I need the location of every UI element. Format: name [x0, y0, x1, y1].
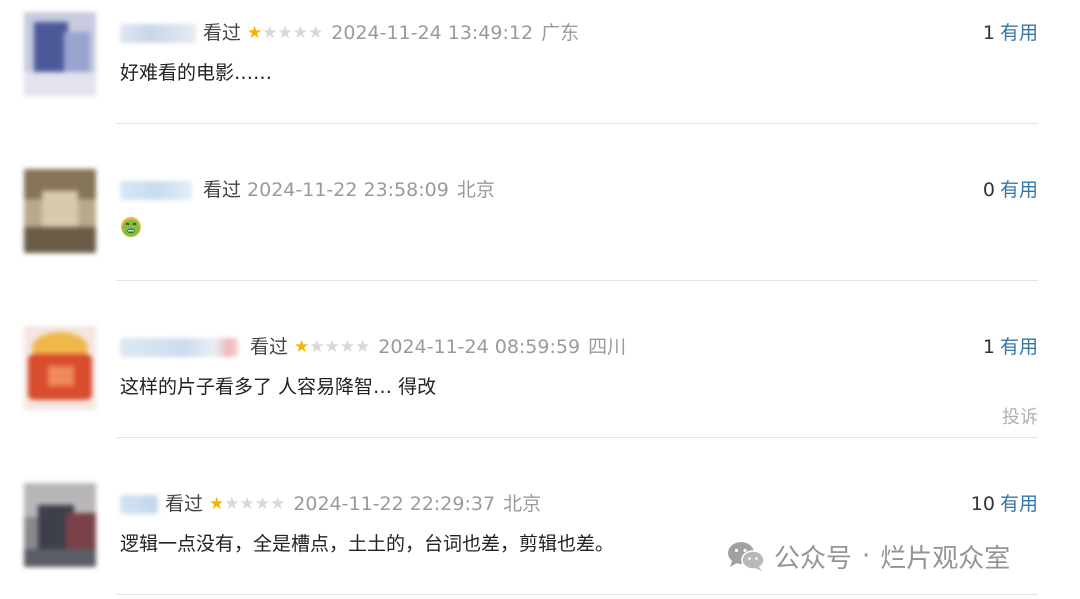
divider [116, 437, 1038, 438]
rating-stars: ★ ★ ★ ★ ★ [247, 20, 323, 46]
star-empty-icon: ★ [262, 23, 278, 43]
useful-vote: 10 有用 [971, 491, 1038, 517]
comment-meta: 看过 ★ ★ ★ ★ ★ 2024-11-22 22:29:37 北京 [165, 491, 541, 517]
comment-text: 逻辑一点没有，全是槽点，土土的，台词也差，剪辑也差。 [120, 533, 615, 555]
comment-text: 这样的片子看多了 人容易降智… 得改 [120, 376, 437, 398]
comment-item: 看过 2024-11-22 23:58:09 北京 0 有用 [0, 157, 1080, 314]
useful-count: 0 [982, 179, 995, 201]
divider [116, 594, 1038, 595]
comment-meta: 看过 2024-11-22 23:58:09 北京 [203, 177, 495, 203]
comment-item: 看过 ★ ★ ★ ★ ★ 2024-11-22 22:29:37 北京 10 有用 逻辑一… [0, 471, 1080, 599]
comment-location: 四川 [588, 336, 627, 358]
useful-button[interactable]: 有用 [1000, 336, 1038, 358]
avatar[interactable] [24, 169, 96, 253]
report-button[interactable]: 投诉 [1002, 403, 1038, 429]
comment-time: 2024-11-22 23:58:09 [247, 179, 449, 201]
comment-meta: 看过 ★ ★ ★ ★ ★ 2024-11-24 08:59:59 四川 [250, 334, 626, 360]
comment-text: 好难看的电影…… [120, 62, 273, 84]
watermark-label: 公众号 [774, 543, 853, 574]
star-empty-icon: ★ [355, 337, 371, 357]
watched-status: 看过 [203, 179, 242, 201]
watched-status: 看过 [165, 493, 204, 515]
comment-item: 看过 ★ ★ ★ ★ ★ 2024-11-24 13:49:12 广东 1 有用 好难看的… [0, 0, 1080, 157]
useful-count: 1 [982, 336, 995, 358]
star-empty-icon: ★ [254, 494, 271, 514]
comment-location: 北京 [503, 493, 542, 515]
useful-count: 1 [982, 22, 995, 44]
star-empty-icon: ★ [224, 494, 240, 514]
useful-vote: 0 有用 [983, 177, 1038, 203]
comment-list: 看过 ★ ★ ★ ★ ★ 2024-11-24 13:49:12 广东 1 有用 好难看的… [0, 0, 1080, 599]
comment-time: 2024-11-24 08:59:59 [378, 336, 581, 358]
username[interactable] [120, 495, 158, 514]
watched-status: 看过 [203, 22, 242, 44]
username[interactable] [120, 24, 196, 43]
wechat-watermark: 公众号 · 烂片观众室 [726, 536, 1010, 576]
avatar[interactable] [24, 12, 96, 96]
divider [116, 280, 1038, 281]
avatar[interactable] [24, 326, 96, 410]
comment-location: 北京 [456, 179, 495, 201]
star-empty-icon: ★ [239, 494, 255, 514]
rating-stars: ★ ★ ★ ★ ★ [294, 334, 370, 360]
useful-button[interactable]: 有用 [1000, 179, 1038, 201]
useful-button[interactable]: 有用 [1000, 22, 1038, 44]
star-filled-icon: ★ [209, 494, 225, 514]
comment-time: 2024-11-22 22:29:37 [293, 493, 496, 515]
username[interactable] [120, 181, 192, 200]
star-empty-icon: ★ [309, 337, 325, 357]
watched-status: 看过 [250, 336, 289, 358]
avatar[interactable] [24, 483, 96, 567]
star-filled-icon: ★ [247, 23, 263, 43]
comment-time: 2024-11-24 13:49:12 [331, 22, 534, 44]
comment-location: 广东 [541, 22, 580, 44]
star-empty-icon: ★ [270, 494, 286, 514]
star-empty-icon: ★ [277, 23, 293, 43]
star-filled-icon: ★ [294, 337, 310, 357]
star-empty-icon: ★ [292, 23, 309, 43]
nauseated-face-emoji [121, 217, 141, 237]
useful-vote: 1 有用 [983, 334, 1038, 360]
username[interactable] [120, 338, 238, 357]
star-empty-icon: ★ [339, 337, 356, 357]
useful-button[interactable]: 有用 [1000, 493, 1038, 515]
rating-stars: ★ ★ ★ ★ ★ [209, 491, 285, 517]
comment-item: 看过 ★ ★ ★ ★ ★ 2024-11-24 08:59:59 四川 1 有用 这样的片… [0, 314, 1080, 471]
useful-vote: 1 有用 [983, 20, 1038, 46]
watermark-account: 烂片观众室 [880, 543, 1011, 574]
star-empty-icon: ★ [324, 337, 340, 357]
wechat-icon [728, 542, 765, 571]
star-empty-icon: ★ [308, 23, 324, 43]
divider [116, 123, 1038, 124]
watermark-separator: · [862, 541, 871, 571]
comment-meta: 看过 ★ ★ ★ ★ ★ 2024-11-24 13:49:12 广东 [203, 20, 579, 46]
useful-count: 10 [970, 493, 995, 515]
